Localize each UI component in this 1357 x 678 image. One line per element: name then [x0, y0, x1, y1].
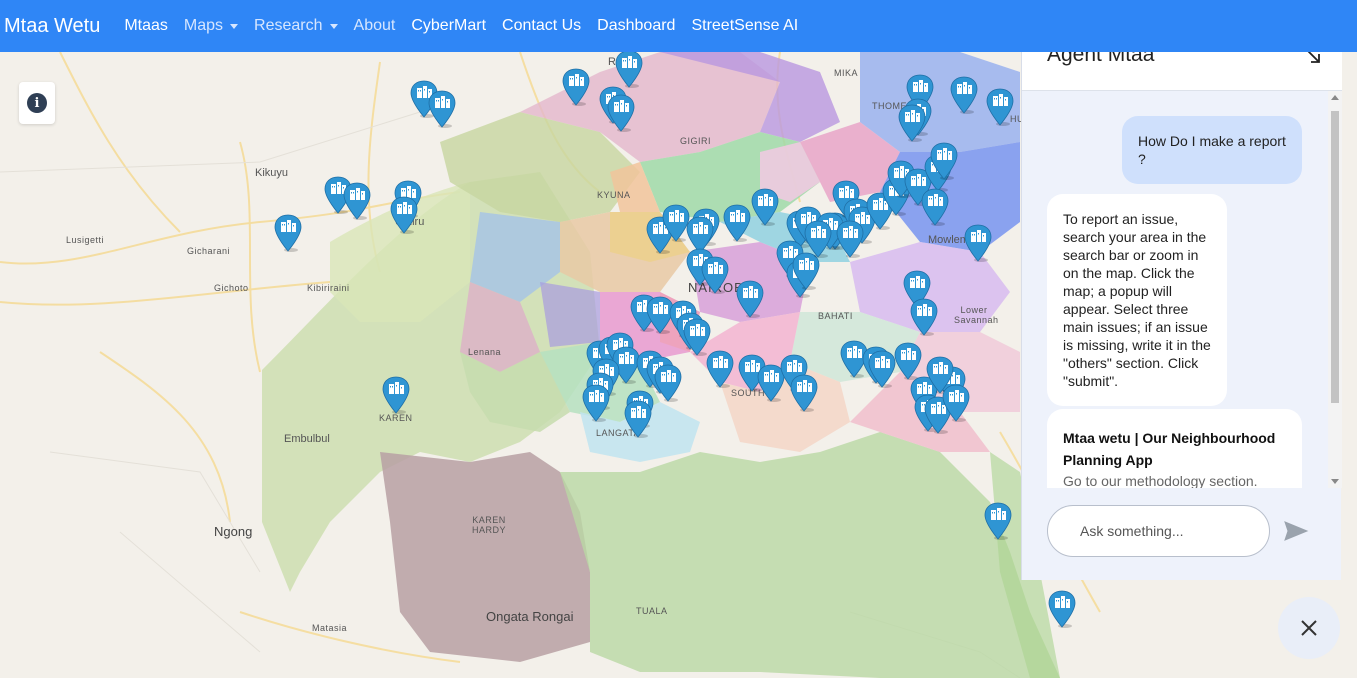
chat-input[interactable]	[1047, 505, 1270, 557]
top-navbar: Mtaa Wetu Mtaas Maps Research About Cybe…	[0, 0, 1357, 52]
place-label: Lusigetti	[66, 235, 105, 245]
nav-mtaas-label: Mtaas	[124, 17, 168, 34]
building-marker-icon[interactable]	[921, 188, 949, 226]
bot-message: To report an issue, search your area in …	[1047, 194, 1227, 406]
place-label: MIKA	[834, 68, 859, 78]
building-marker-icon[interactable]	[964, 224, 992, 262]
brand-logo[interactable]: Mtaa Wetu	[4, 15, 100, 38]
nav-research-dropdown[interactable]: Research	[254, 17, 338, 35]
building-marker-icon[interactable]	[382, 376, 410, 414]
place-label: Ongata Rongai	[486, 609, 574, 624]
building-marker-icon[interactable]	[942, 384, 970, 422]
building-marker-icon[interactable]	[736, 280, 764, 318]
building-marker-icon[interactable]	[582, 384, 610, 422]
place-label: Lower Savannah	[954, 305, 999, 325]
building-marker-icon[interactable]	[804, 220, 832, 258]
building-marker-icon[interactable]	[654, 364, 682, 402]
info-icon: i	[27, 93, 47, 113]
chat-panel: Agent Mtaa How Do I make a report ? To r…	[1021, 30, 1342, 580]
place-label: Gichoto	[214, 283, 249, 293]
building-marker-icon[interactable]	[894, 342, 922, 380]
building-marker-icon[interactable]	[836, 220, 864, 258]
building-marker-icon[interactable]	[562, 68, 590, 106]
place-label: Mowlem	[928, 234, 969, 246]
nav-about-label: About	[353, 17, 396, 34]
place-label: Kibiriraini	[307, 283, 350, 293]
close-chat-button[interactable]	[1278, 597, 1340, 659]
nav-maps-dropdown[interactable]: Maps	[183, 17, 239, 35]
building-marker-icon[interactable]	[706, 350, 734, 388]
place-label: Embulbul	[284, 433, 330, 445]
send-icon[interactable]	[1283, 518, 1309, 544]
building-marker-icon[interactable]	[723, 204, 751, 242]
place-label: KAREN	[379, 413, 413, 423]
nav-research-label: Research	[254, 17, 323, 34]
place-label: BAHATI	[818, 311, 853, 321]
building-marker-icon[interactable]	[428, 90, 456, 128]
user-message: How Do I make a report ?	[1122, 116, 1302, 184]
close-icon	[1301, 620, 1317, 636]
building-marker-icon[interactable]	[790, 374, 818, 412]
place-label: Gicharani	[187, 246, 231, 256]
caret-down-icon	[329, 23, 338, 29]
building-marker-icon[interactable]	[624, 400, 652, 438]
info-button[interactable]: i	[19, 82, 55, 124]
building-marker-icon[interactable]	[1048, 590, 1076, 628]
building-marker-icon[interactable]	[910, 298, 938, 336]
building-marker-icon[interactable]	[868, 350, 896, 388]
building-marker-icon[interactable]	[343, 182, 371, 220]
nav-cybermart[interactable]: CyberMart	[411, 17, 486, 35]
place-label: TUALA	[636, 606, 668, 616]
building-marker-icon[interactable]	[898, 104, 926, 142]
nav-mtaas[interactable]: Mtaas	[124, 17, 168, 35]
nav-maps-label: Maps	[183, 17, 224, 34]
building-marker-icon[interactable]	[986, 88, 1014, 126]
scroll-thumb[interactable]	[1331, 111, 1339, 403]
chat-scrollbar[interactable]	[1328, 91, 1342, 488]
building-marker-icon[interactable]	[615, 52, 643, 88]
place-label: Kikuyu	[255, 167, 289, 179]
place-label: Lenana	[468, 347, 502, 357]
place-label: Ngong	[214, 524, 253, 539]
nav-contact-label: Contact Us	[502, 17, 582, 34]
place-label: Matasia	[312, 623, 348, 633]
nav-cybermart-label: CyberMart	[411, 17, 487, 34]
card-title: Mtaa wetu | Our Neighbourhood Planning A…	[1063, 430, 1276, 468]
nav-dashboard-label: Dashboard	[597, 17, 676, 34]
link-card[interactable]: Mtaa wetu | Our Neighbourhood Planning A…	[1047, 409, 1302, 488]
nav-streetsense-label: StreetSense AI	[691, 17, 799, 34]
card-subtitle: Go to our methodology section.	[1063, 473, 1258, 488]
building-marker-icon[interactable]	[751, 188, 779, 226]
nav-about[interactable]: About	[354, 17, 396, 35]
scroll-down-arrow[interactable]	[1331, 479, 1339, 484]
building-marker-icon[interactable]	[701, 256, 729, 294]
scroll-up-arrow[interactable]	[1331, 95, 1339, 100]
building-marker-icon[interactable]	[930, 142, 958, 180]
building-marker-icon[interactable]	[274, 214, 302, 252]
caret-down-icon	[230, 23, 239, 29]
nav-dashboard[interactable]: Dashboard	[597, 17, 675, 35]
building-marker-icon[interactable]	[390, 196, 418, 234]
nav-contact-us[interactable]: Contact Us	[502, 17, 581, 35]
place-label: GIGIRI	[680, 136, 712, 146]
building-marker-icon[interactable]	[607, 94, 635, 132]
nav-streetsense-ai[interactable]: StreetSense AI	[691, 17, 798, 35]
place-label: KAREN HARDY	[471, 515, 506, 535]
building-marker-icon[interactable]	[984, 502, 1012, 540]
place-label: KYUNA	[597, 190, 631, 200]
chat-messages: How Do I make a report ? To report an is…	[1022, 91, 1328, 488]
building-marker-icon[interactable]	[950, 76, 978, 114]
